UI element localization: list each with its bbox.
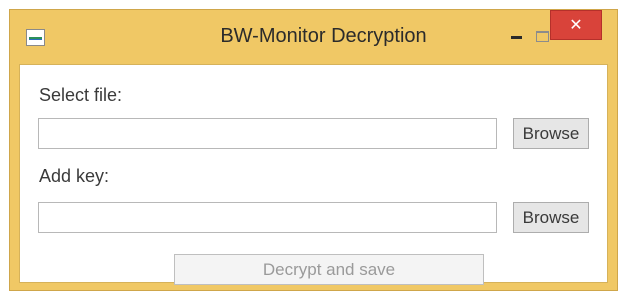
- app-window: BW-Monitor Decryption ✕ Select file: Bro…: [9, 9, 618, 291]
- browse-file-button[interactable]: Browse: [513, 118, 589, 149]
- decrypt-and-save-button[interactable]: Decrypt and save: [174, 254, 484, 285]
- title-bar[interactable]: BW-Monitor Decryption ✕: [10, 10, 617, 64]
- select-file-label: Select file:: [39, 85, 123, 105]
- browse-key-button[interactable]: Browse: [513, 202, 589, 233]
- add-key-label: Add key:: [39, 166, 110, 186]
- maximize-icon: [536, 31, 549, 42]
- close-button[interactable]: ✕: [550, 10, 602, 40]
- add-key-input[interactable]: [38, 202, 497, 233]
- minimize-icon: [511, 36, 522, 39]
- close-icon: ✕: [569, 17, 583, 34]
- select-file-input[interactable]: [38, 118, 497, 149]
- dialog-body: Select file: Browse Add key: Browse Decr…: [19, 64, 608, 285]
